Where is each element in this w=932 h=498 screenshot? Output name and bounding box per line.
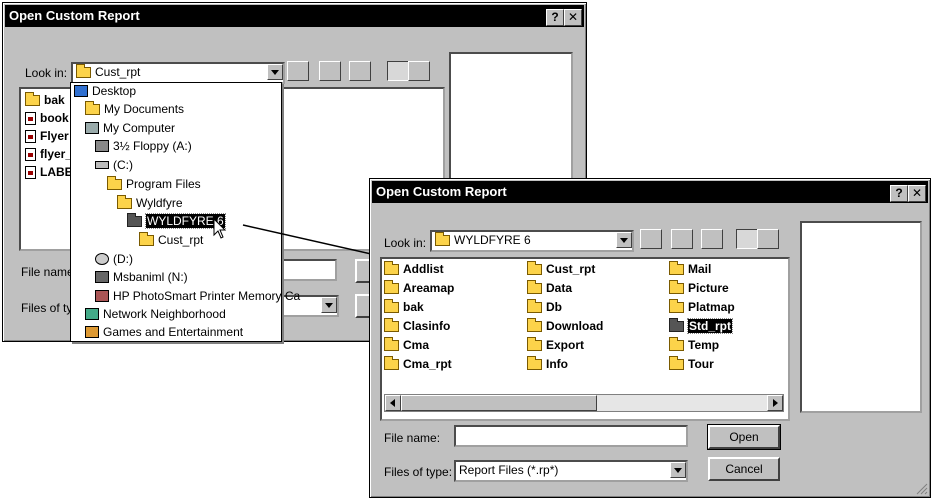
front-files-of-type-label: Files of type: bbox=[384, 465, 453, 479]
front-horizontal-scrollbar[interactable] bbox=[384, 394, 784, 412]
front-list-view-button[interactable] bbox=[736, 229, 758, 249]
scroll-right-arrow-icon bbox=[773, 399, 778, 407]
list-item[interactable]: Data bbox=[527, 279, 572, 295]
list-item[interactable]: Temp bbox=[669, 336, 719, 352]
list-item[interactable]: Info bbox=[527, 355, 568, 371]
scroll-right-button[interactable] bbox=[767, 395, 783, 411]
list-item[interactable]: Cma bbox=[384, 336, 429, 352]
folder-icon bbox=[669, 260, 684, 275]
front-desktop-button[interactable] bbox=[671, 229, 693, 249]
folder-icon bbox=[669, 317, 684, 332]
folder-icon bbox=[669, 298, 684, 313]
front-open-button[interactable]: Open bbox=[707, 424, 781, 450]
folder-icon bbox=[669, 336, 684, 351]
scroll-left-button[interactable] bbox=[385, 395, 401, 411]
list-item[interactable]: Picture bbox=[669, 279, 729, 295]
front-look-in-combo[interactable]: WYLDFYRE 6 bbox=[430, 230, 634, 252]
front-new-folder-button[interactable] bbox=[701, 229, 723, 249]
front-look-in-value: WYLDFYRE 6 bbox=[454, 233, 531, 247]
front-file-name-input[interactable] bbox=[454, 425, 688, 447]
scroll-left-arrow-icon bbox=[390, 399, 395, 407]
folder-icon bbox=[384, 355, 399, 370]
list-item[interactable]: Clasinfo bbox=[384, 317, 450, 333]
resize-grip-icon[interactable] bbox=[916, 483, 928, 495]
front-close-button[interactable]: ✕ bbox=[908, 185, 926, 202]
front-file-name-label: File name: bbox=[384, 431, 441, 445]
folder-icon bbox=[669, 355, 684, 370]
front-files-of-type-dropdown-button[interactable] bbox=[670, 462, 686, 478]
list-item[interactable]: Addlist bbox=[384, 260, 444, 276]
folder-icon bbox=[527, 260, 542, 275]
folder-icon bbox=[384, 317, 399, 332]
front-look-in-dropdown-button[interactable] bbox=[616, 232, 632, 248]
front-files-of-type-combo[interactable]: Report Files (*.rp*) bbox=[454, 460, 688, 482]
list-item[interactable]: Db bbox=[527, 298, 562, 314]
folder-icon bbox=[527, 355, 542, 370]
folder-icon bbox=[527, 336, 542, 351]
front-dialog-title: Open Custom Report bbox=[376, 184, 507, 199]
list-item-selected[interactable]: Std_rpt bbox=[669, 317, 733, 334]
front-preview-pane bbox=[800, 221, 922, 413]
folder-icon bbox=[527, 298, 542, 313]
list-item[interactable]: Platmap bbox=[669, 298, 735, 314]
list-item[interactable]: Cma_rpt bbox=[384, 355, 452, 371]
list-item[interactable]: Cust_rpt bbox=[527, 260, 595, 276]
folder-icon bbox=[435, 232, 450, 246]
folder-icon bbox=[384, 279, 399, 294]
folder-icon bbox=[384, 260, 399, 275]
list-item[interactable]: Tour bbox=[669, 355, 714, 371]
front-up-one-level-button[interactable] bbox=[640, 229, 662, 249]
front-cancel-button[interactable]: Cancel bbox=[708, 457, 780, 481]
scrollbar-thumb[interactable] bbox=[401, 395, 597, 411]
folder-icon bbox=[384, 298, 399, 313]
front-open-dialog: Open Custom Report ? ✕ Look in: WYLDFYRE… bbox=[369, 178, 931, 498]
folder-icon bbox=[669, 279, 684, 294]
list-item[interactable]: Download bbox=[527, 317, 603, 333]
front-details-view-button[interactable] bbox=[757, 229, 779, 249]
front-file-list[interactable]: Addlist Areamap bak Clasinfo Cma Cma_rpt… bbox=[380, 257, 790, 421]
folder-icon bbox=[384, 336, 399, 351]
front-files-of-type-value: Report Files (*.rp*) bbox=[459, 463, 559, 477]
front-look-in-label: Look in: bbox=[384, 236, 427, 250]
folder-icon bbox=[527, 279, 542, 294]
front-help-button[interactable]: ? bbox=[890, 185, 908, 202]
list-item[interactable]: Areamap bbox=[384, 279, 454, 295]
folder-icon bbox=[527, 317, 542, 332]
list-item[interactable]: Export bbox=[527, 336, 584, 352]
front-dialog-titlebar[interactable]: Open Custom Report ? ✕ bbox=[372, 181, 928, 203]
list-item[interactable]: bak bbox=[384, 298, 424, 314]
list-item[interactable]: Mail bbox=[669, 260, 711, 276]
